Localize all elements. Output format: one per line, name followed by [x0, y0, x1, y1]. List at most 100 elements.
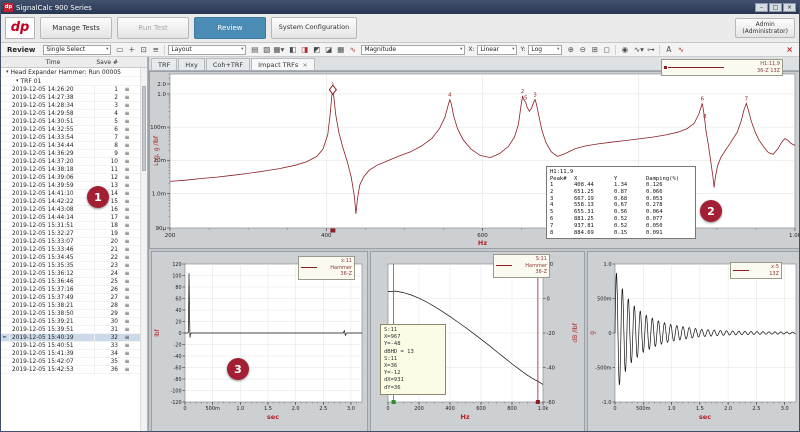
- menu-icon[interactable]: ≡: [150, 44, 161, 55]
- add-pane-icon[interactable]: ◧: [287, 44, 298, 55]
- harmonic-cursor-icon[interactable]: ∿: [675, 44, 686, 55]
- cursor-readout[interactable]: S:11X=967Y=-48dBHD = 13S:11X=36Y=-12dX=9…: [380, 324, 446, 395]
- chart-tab-hxy[interactable]: Hxy: [178, 58, 205, 70]
- maximize-icon[interactable]: □: [769, 3, 782, 12]
- row-menu-icon[interactable]: ≡: [121, 254, 133, 262]
- row-menu-icon[interactable]: ≡: [121, 222, 133, 230]
- x-scale-combo[interactable]: Linear ▾: [477, 45, 517, 55]
- row-menu-icon[interactable]: ≡: [121, 270, 133, 278]
- tab-system-configuration[interactable]: System Configuration: [271, 17, 357, 39]
- row-menu-icon[interactable]: ≡: [121, 350, 133, 358]
- row-menu-icon[interactable]: ≡: [121, 278, 133, 286]
- tab-manage-tests[interactable]: Manage Tests: [40, 17, 112, 39]
- row-menu-icon[interactable]: ≡: [121, 262, 133, 270]
- close-tab-icon[interactable]: ×: [302, 61, 307, 69]
- row-menu-icon[interactable]: ≡: [121, 294, 133, 302]
- row-menu-icon[interactable]: ≡: [121, 110, 133, 118]
- peak-table[interactable]: H1:11,9 Peak# X Y Damping(%) 1408.441.34…: [546, 166, 696, 239]
- panel-splitter[interactable]: [148, 57, 149, 431]
- close-icon[interactable]: ×: [783, 3, 796, 12]
- layout-list-icon[interactable]: ▦▾: [273, 44, 284, 55]
- row-menu-icon[interactable]: ≡: [121, 358, 133, 366]
- row-menu-icon[interactable]: ≡: [121, 310, 133, 318]
- frf-chart[interactable]: 2.01.0100m10m1.0m90µ2004006001.0k1234567…: [149, 71, 800, 249]
- legend-frf[interactable]: H1:11,9 36-Z 13Z: [661, 59, 783, 76]
- row-menu-icon[interactable]: ≡: [121, 206, 133, 214]
- row-menu-icon[interactable]: ≡: [121, 102, 133, 110]
- layout-combo[interactable]: Layout ▾: [168, 45, 246, 55]
- row-menu-icon[interactable]: ≡: [121, 142, 133, 150]
- legend-hammer-time[interactable]: x:11 Hammer 36-Z: [298, 256, 355, 280]
- open-folder-icon[interactable]: ▭: [114, 44, 125, 55]
- row-menu-icon[interactable]: ≡: [121, 174, 133, 182]
- legend-force-spectrum[interactable]: S:11 Hammer 36-Z: [493, 254, 550, 278]
- tree-node-run[interactable]: ▾ Head Expander Hammer: Run 00005: [1, 68, 147, 77]
- tab-run-test[interactable]: Run Test: [117, 17, 189, 39]
- export-icon[interactable]: ⊡: [138, 44, 149, 55]
- row-menu-icon[interactable]: ≡: [121, 126, 133, 134]
- row-menu-icon[interactable]: ≡: [121, 286, 133, 294]
- row-menu-icon[interactable]: ≡: [121, 342, 133, 350]
- zoom-out-icon[interactable]: ⊖: [577, 44, 588, 55]
- readout-line: X=967: [384, 334, 442, 341]
- chart-tab-coh-trf[interactable]: Coh+TRF: [206, 58, 250, 70]
- new-layout-icon[interactable]: ▤: [249, 44, 260, 55]
- row-menu-icon[interactable]: ≡: [121, 366, 133, 374]
- row-menu-icon[interactable]: ≡: [121, 86, 133, 94]
- row-menu-icon[interactable]: ≡: [121, 302, 133, 310]
- row-menu-icon[interactable]: ≡: [121, 334, 133, 342]
- select-mode-combo[interactable]: Single Select ▾: [43, 45, 111, 55]
- row-menu-icon[interactable]: ≡: [121, 246, 133, 254]
- column-header-save[interactable]: Save #: [94, 59, 121, 66]
- pane-grid-icon[interactable]: ▦: [335, 44, 346, 55]
- row-menu-icon[interactable]: ≡: [121, 94, 133, 102]
- peak-cursor-icon[interactable]: ∿▾: [633, 44, 644, 55]
- tree-collapse-icon[interactable]: ▾: [16, 77, 19, 85]
- row-menu-icon[interactable]: ≡: [121, 118, 133, 126]
- table-row[interactable]: 2019-12-05 15:42:5336≡: [1, 366, 147, 374]
- response-time-chart[interactable]: 0500m1.01.52.02.53.01.0500m0-500m-1.0sec…: [587, 251, 800, 432]
- pane-left-icon[interactable]: ◩: [311, 44, 322, 55]
- tab-review[interactable]: Review: [194, 17, 266, 39]
- visibility-icon[interactable]: ◉: [619, 44, 630, 55]
- annotation-icon[interactable]: A: [663, 44, 674, 55]
- row-menu-icon[interactable]: ≡: [121, 190, 133, 198]
- y-scale-combo[interactable]: Log ▾: [528, 45, 562, 55]
- zoom-in-icon[interactable]: ⊕: [565, 44, 576, 55]
- row-menu-icon[interactable]: ≡: [121, 182, 133, 190]
- zoom-box-icon[interactable]: ⊞: [589, 44, 600, 55]
- column-header-time[interactable]: Time: [10, 59, 94, 66]
- close-chart-icon[interactable]: ×: [786, 45, 793, 54]
- svg-text:-500m: -500m: [595, 365, 611, 371]
- row-menu-icon[interactable]: ≡: [121, 158, 133, 166]
- chart-tab-impact-trfs[interactable]: Impact TRFs ×: [251, 58, 315, 70]
- pane-right-icon[interactable]: ◪: [323, 44, 334, 55]
- row-menu-icon[interactable]: ≡: [121, 318, 133, 326]
- row-menu-icon[interactable]: ≡: [121, 198, 133, 206]
- row-menu-icon[interactable]: ≡: [121, 230, 133, 238]
- row-menu-icon[interactable]: ≡: [121, 238, 133, 246]
- zoom-reset-icon[interactable]: ◻: [601, 44, 612, 55]
- hammer-time-chart[interactable]: 0500m1.01.52.02.53.0120100806040200-20-4…: [151, 251, 368, 432]
- force-spectrum-chart[interactable]: 02004006008001.0k200-20-40-60HzdB /lbf S…: [370, 251, 585, 432]
- row-menu-icon[interactable]: ≡: [121, 166, 133, 174]
- function-combo[interactable]: Magnitude ▾: [361, 45, 465, 55]
- link-cursor-icon[interactable]: ⊶: [645, 44, 656, 55]
- chart-tab-trf[interactable]: TRF: [151, 58, 177, 70]
- remove-pane-icon[interactable]: ◨: [299, 44, 310, 55]
- scrollbar-thumb[interactable]: [142, 86, 146, 171]
- row-menu-icon[interactable]: ≡: [121, 150, 133, 158]
- minimize-icon[interactable]: –: [755, 3, 768, 12]
- row-menu-icon[interactable]: ≡: [121, 214, 133, 222]
- add-icon[interactable]: +: [126, 44, 137, 55]
- overlay-trace-icon[interactable]: ∿: [347, 44, 358, 55]
- row-menu-icon[interactable]: ≡: [121, 134, 133, 142]
- row-menu-icon[interactable]: ≡: [121, 326, 133, 334]
- tree-collapse-icon[interactable]: ▾: [6, 68, 9, 76]
- legend-response-time[interactable]: x:5 13Z: [730, 262, 782, 279]
- admin-button[interactable]: Admin (Administrator): [735, 18, 795, 38]
- open-layout-icon[interactable]: ▧: [261, 44, 272, 55]
- sidebar-scrollbar[interactable]: [140, 68, 147, 431]
- response-time-plot[interactable]: 0500m1.01.52.02.53.01.0500m0-500m-1.0sec…: [588, 252, 800, 432]
- frf-plot[interactable]: 2.01.0100m10m1.0m90µ2004006001.0k1234567…: [150, 72, 800, 248]
